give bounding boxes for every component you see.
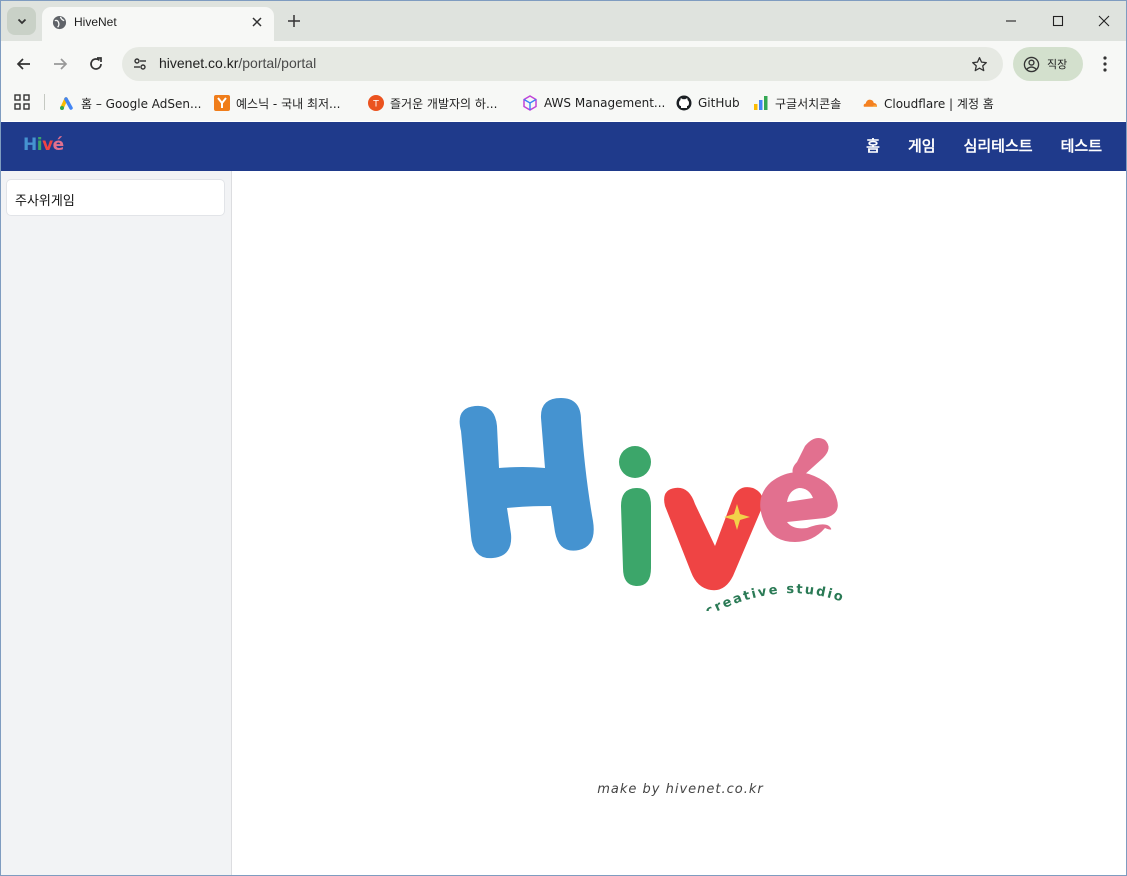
tab-close-button[interactable]	[248, 13, 266, 31]
minimize-icon	[1006, 20, 1016, 22]
more-vertical-icon	[1103, 56, 1107, 72]
account-icon	[1023, 56, 1040, 72]
sidebar-item-dice-game[interactable]: 주사위게임	[6, 179, 225, 216]
bookmark-label: 예스닉 - 국내 최저...	[236, 96, 341, 111]
svg-text:T: T	[372, 100, 379, 110]
browser-window: HiveNet hivenet.co.kr/portal/portal 직장 홈…	[0, 0, 1127, 876]
tune-icon	[134, 58, 146, 70]
arrow-left-icon	[16, 58, 30, 70]
site-logo[interactable]: Hivé	[23, 135, 64, 155]
star-icon	[971, 56, 987, 71]
bookmark-yesnic[interactable]: 예스닉 - 국내 최저...	[214, 92, 341, 114]
minimize-button[interactable]	[999, 9, 1023, 33]
browser-tab[interactable]: HiveNet	[42, 7, 274, 41]
nav-games[interactable]: 게임	[908, 135, 936, 156]
globe-icon	[52, 15, 67, 30]
reload-icon	[90, 57, 102, 70]
logo-letter-e-accent	[792, 438, 829, 478]
bookmark-aws[interactable]: AWS Management...	[522, 92, 665, 114]
back-button[interactable]	[12, 52, 36, 76]
logo-letter-i	[621, 488, 651, 586]
logo-letter-i-dot	[619, 446, 651, 478]
bookmark-label: 즐거운 개발자의 하...	[390, 96, 498, 111]
main-content: creative studio make by hivenet.co.kr	[233, 171, 1126, 875]
web-page: Hivé 홈 게임 심리테스트 테스트 주사위게임 creative studi…	[1, 122, 1126, 875]
hive-creative-studio-logo: creative studio	[459, 398, 845, 611]
aws-cube-icon	[522, 95, 538, 111]
site-navbar: Hivé 홈 게임 심리테스트 테스트	[1, 122, 1126, 171]
sidebar: 주사위게임	[1, 171, 232, 875]
maximize-icon	[1052, 15, 1064, 27]
address-bar[interactable]: hivenet.co.kr/portal/portal	[122, 47, 1003, 81]
profile-button[interactable]: 직장	[1013, 47, 1083, 81]
new-tab-button[interactable]	[284, 11, 304, 31]
reload-button[interactable]	[84, 52, 108, 76]
site-info-button[interactable]	[128, 52, 152, 76]
bookmark-label: Cloudflare | 계정 홈	[884, 96, 994, 111]
site-menu: 홈 게임 심리테스트 테스트	[866, 135, 1102, 156]
bookmark-tistory[interactable]: T 즐거운 개발자의 하...	[368, 92, 497, 114]
github-icon	[676, 95, 692, 111]
nav-test[interactable]: 테스트	[1061, 135, 1102, 156]
tab-strip: HiveNet	[1, 1, 1126, 41]
bookmark-cloudflare[interactable]: Cloudflare | 계정 홈	[862, 92, 994, 114]
maximize-button[interactable]	[1046, 9, 1070, 33]
logo-letter-v	[664, 487, 763, 591]
logo-letter-e	[760, 472, 838, 542]
tab-search-button[interactable]	[7, 7, 36, 35]
tistory-icon: T	[368, 95, 384, 111]
plus-icon	[288, 15, 300, 27]
bookmark-github[interactable]: GitHub	[676, 92, 740, 114]
bookmark-label: 홈 – Google AdSen...	[81, 96, 202, 111]
url-host: hivenet.co.kr	[159, 55, 239, 71]
tab-title: HiveNet	[74, 15, 117, 29]
bookmarks-bar: 홈 – Google AdSen... 예스닉 - 국내 최저... T 즐거운…	[1, 87, 1126, 121]
logo-letter-h	[459, 398, 594, 559]
arrow-right-icon	[54, 58, 68, 70]
profile-label: 직장	[1047, 58, 1068, 71]
bookmark-search-console[interactable]: 구글서치콘솔	[753, 92, 841, 114]
forward-button[interactable]	[48, 52, 72, 76]
bookmark-adsense[interactable]: 홈 – Google AdSen...	[59, 92, 201, 114]
apps-grid-icon[interactable]	[13, 93, 31, 111]
browser-menu-button[interactable]	[1093, 52, 1117, 76]
cloudflare-icon	[862, 95, 878, 111]
bookmarks-separator	[44, 94, 45, 110]
nav-psych-test[interactable]: 심리테스트	[964, 135, 1033, 156]
bookmark-label: 구글서치콘솔	[775, 96, 842, 111]
browser-toolbar: hivenet.co.kr/portal/portal 직장	[1, 41, 1126, 87]
yesnic-icon	[214, 95, 230, 111]
close-window-button[interactable]	[1092, 9, 1116, 33]
google-ads-icon	[59, 95, 75, 111]
url-path: /portal/portal	[238, 55, 317, 71]
bookmark-label: AWS Management...	[544, 96, 666, 110]
bookmark-star-button[interactable]	[967, 52, 991, 76]
bookmark-label: GitHub	[698, 96, 740, 110]
chevron-down-icon	[17, 18, 26, 25]
close-icon	[252, 17, 262, 27]
footer-text: make by hivenet.co.kr	[597, 782, 764, 797]
search-console-icon	[753, 95, 769, 111]
close-icon	[1098, 15, 1110, 27]
nav-home[interactable]: 홈	[866, 135, 880, 156]
url-text[interactable]: hivenet.co.kr/portal/portal	[159, 55, 316, 71]
